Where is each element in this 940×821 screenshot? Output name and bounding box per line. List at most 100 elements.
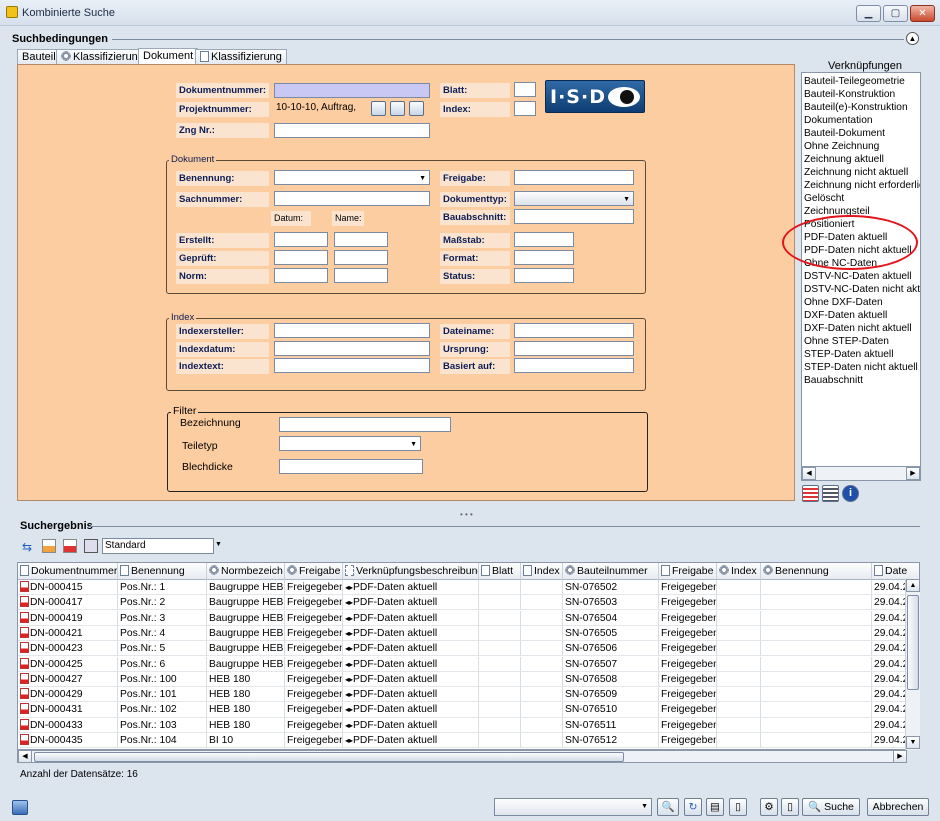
page-icon[interactable]: ▯ — [781, 798, 799, 816]
list-item[interactable]: Bauabschnitt — [804, 374, 863, 387]
scroll-down-icon[interactable]: ▼ — [906, 736, 920, 749]
collapse-up-icon[interactable]: ▲ — [906, 32, 919, 45]
list-item[interactable]: DSTV-NC-Daten aktuell — [804, 270, 912, 283]
table-cell[interactable]: Freigegeben — [285, 687, 343, 703]
table-cell[interactable] — [479, 656, 521, 672]
table-cell[interactable] — [521, 610, 563, 626]
table-cell[interactable] — [479, 687, 521, 703]
info-icon[interactable] — [390, 101, 405, 116]
col-header-freigabe-2[interactable]: Freigabe — [659, 563, 717, 580]
table-cell[interactable]: BI 10 — [207, 733, 285, 749]
maximize-button[interactable]: ▢ — [883, 5, 908, 22]
norm-name-input[interactable] — [334, 268, 388, 283]
table-cell[interactable] — [717, 733, 761, 749]
search-button[interactable]: 🔍 Suche — [802, 798, 860, 816]
col-header-index-2[interactable]: Index — [717, 563, 761, 580]
list-item[interactable]: DXF-Daten nicht aktuell — [804, 322, 912, 335]
list-item[interactable]: Bauteil-Teilegeometrie — [804, 75, 905, 88]
table-cell[interactable]: DN-000417 — [18, 595, 118, 611]
filter-preset-dropdown[interactable] — [494, 798, 652, 816]
table-cell[interactable]: ◂▸PDF-Daten aktuell — [343, 595, 479, 611]
table-cell[interactable]: DN-000433 — [18, 717, 118, 733]
blechdicke-input[interactable] — [279, 459, 423, 474]
table-cell[interactable] — [761, 671, 872, 687]
table-cell[interactable]: Freigegeben — [285, 717, 343, 733]
document-icon[interactable]: ▯ — [729, 798, 747, 816]
table-cell[interactable] — [479, 595, 521, 611]
geprueft-datum-input[interactable] — [274, 250, 328, 265]
table-cell[interactable]: Freigegeben — [285, 580, 343, 596]
tab-klassifizierung-dokument[interactable]: Klassifizierung — [195, 49, 287, 65]
list-item[interactable]: Bauteil-Konstruktion — [804, 88, 895, 101]
list-item[interactable]: Ohne STEP-Daten — [804, 335, 889, 348]
table-cell[interactable] — [479, 625, 521, 642]
table-cell[interactable] — [521, 733, 563, 749]
table-cell[interactable]: Baugruppe HEB 18 — [207, 580, 285, 596]
delete-icon[interactable] — [63, 539, 77, 553]
col-header-dokumentnummer[interactable]: Dokumentnummer — [18, 563, 118, 580]
table-cell[interactable]: Freigegeben — [659, 717, 717, 733]
dateiname-input[interactable] — [514, 323, 634, 338]
list-item[interactable]: Zeichnung nicht erforderlic — [804, 179, 920, 192]
table-cell[interactable]: Pos.Nr.: 3 — [118, 610, 207, 626]
teiletyp-dropdown[interactable] — [279, 436, 421, 451]
copy-icon[interactable] — [409, 101, 424, 116]
table-cell[interactable]: SN-076504 — [563, 610, 659, 626]
table-cell[interactable] — [479, 717, 521, 733]
table-cell[interactable]: SN-076505 — [563, 625, 659, 642]
cancel-button[interactable]: Abbrechen — [867, 798, 929, 816]
table-cell[interactable] — [521, 595, 563, 611]
table-cell[interactable] — [761, 580, 872, 596]
table-cell[interactable] — [717, 671, 761, 687]
table-cell[interactable] — [761, 702, 872, 718]
table-cell[interactable]: Freigegeben — [285, 702, 343, 718]
blatt-input[interactable] — [514, 82, 536, 97]
table-cell[interactable] — [479, 641, 521, 657]
view-select[interactable]: Standard — [102, 538, 214, 554]
results-grid[interactable]: Dokumentnummer Benennung Normbezeich Fre… — [17, 562, 920, 750]
scroll-right-icon[interactable]: ▶ — [893, 750, 907, 763]
refresh-icon[interactable]: ↻ — [684, 798, 702, 816]
col-header-freigabe[interactable]: Freigabe — [285, 563, 343, 580]
browse-icon[interactable] — [371, 101, 386, 116]
table-cell[interactable]: Freigegeben — [285, 733, 343, 749]
table-cell[interactable]: SN-076502 — [563, 580, 659, 596]
projektnummer-value[interactable]: 10-10-10, Auftrag, — [274, 101, 370, 116]
table-cell[interactable]: HEB 180 — [207, 702, 285, 718]
table-cell[interactable]: Freigegeben — [285, 671, 343, 687]
table-cell[interactable] — [717, 625, 761, 642]
table-cell[interactable] — [761, 717, 872, 733]
erstellt-datum-input[interactable] — [274, 232, 328, 247]
table-cell[interactable]: HEB 180 — [207, 717, 285, 733]
table-cell[interactable] — [521, 687, 563, 703]
table-cell[interactable]: Freigegeben — [285, 610, 343, 626]
export-icon[interactable] — [42, 539, 56, 553]
scroll-thumb[interactable] — [907, 595, 919, 690]
table-cell[interactable] — [761, 641, 872, 657]
table-cell[interactable]: Freigegeben — [659, 580, 717, 596]
norm-datum-input[interactable] — [274, 268, 328, 283]
table-cell[interactable] — [761, 610, 872, 626]
table-cell[interactable] — [761, 595, 872, 611]
table-cell[interactable] — [761, 733, 872, 749]
table-cell[interactable]: Freigegeben — [659, 733, 717, 749]
table-cell[interactable]: Pos.Nr.: 101 — [118, 687, 207, 703]
table-cell[interactable] — [521, 656, 563, 672]
table-cell[interactable] — [717, 580, 761, 596]
geprueft-name-input[interactable] — [334, 250, 388, 265]
table-icon[interactable] — [822, 485, 839, 502]
ursprung-input[interactable] — [514, 341, 634, 356]
table-cell[interactable]: ◂▸PDF-Daten aktuell — [343, 733, 479, 749]
list-item[interactable]: Zeichnung nicht aktuell — [804, 166, 908, 179]
table-cell[interactable] — [479, 671, 521, 687]
table-cell[interactable]: SN-076503 — [563, 595, 659, 611]
minimize-button[interactable]: ▁ — [856, 5, 881, 22]
table-red-icon[interactable] — [802, 485, 819, 502]
table-cell[interactable]: Freigegeben — [659, 610, 717, 626]
table-cell[interactable]: HEB 180 — [207, 671, 285, 687]
results-vertical-scrollbar[interactable]: ▲ ▼ — [905, 579, 920, 750]
table-cell[interactable] — [521, 671, 563, 687]
table-cell[interactable] — [717, 641, 761, 657]
table-cell[interactable]: Pos.Nr.: 2 — [118, 595, 207, 611]
col-header-benennung-2[interactable]: Benennung — [761, 563, 872, 580]
